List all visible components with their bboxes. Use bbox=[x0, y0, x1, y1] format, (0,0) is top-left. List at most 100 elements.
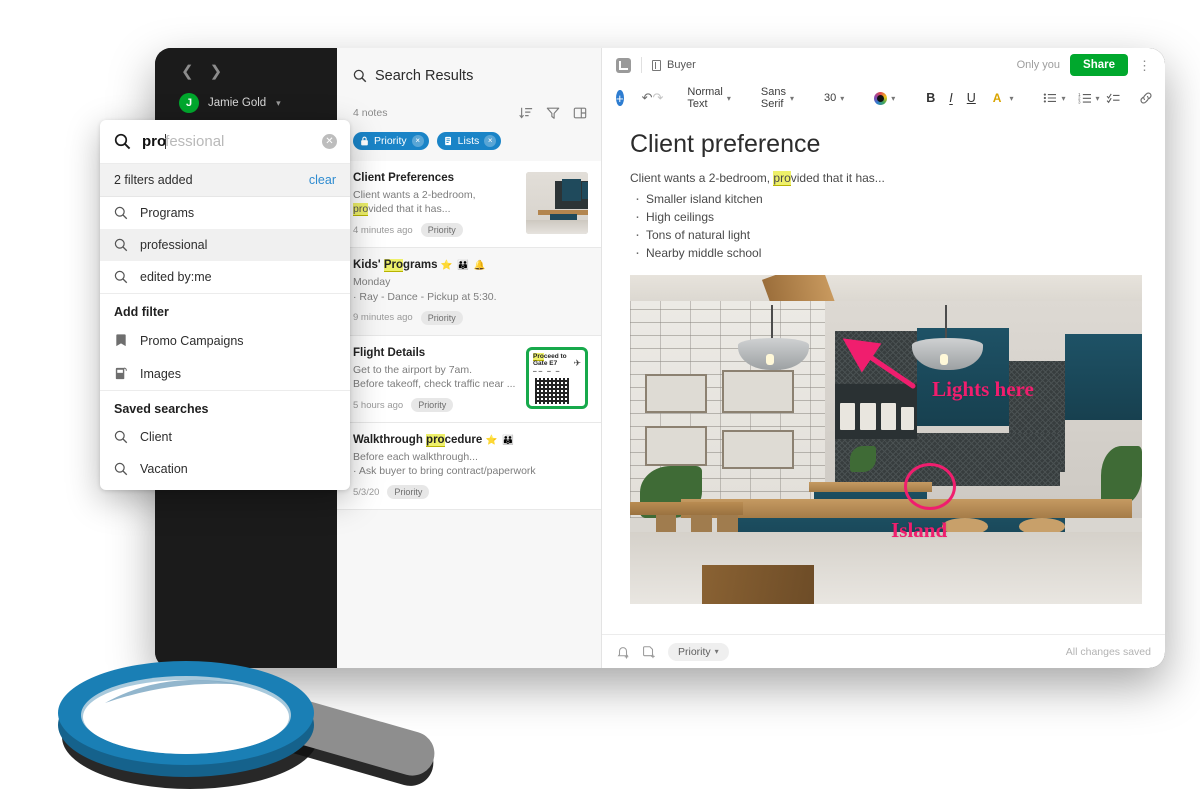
intro-post: vided that it has... bbox=[790, 171, 885, 185]
note-count: 4 notes bbox=[353, 107, 388, 119]
numbered-list-button[interactable]: 1 2 3 ▾ bbox=[1072, 92, 1106, 104]
font-size-select[interactable]: 30 ▾ bbox=[818, 92, 850, 104]
search-icon bbox=[114, 462, 128, 476]
expand-icon[interactable] bbox=[616, 57, 631, 73]
text-color-picker[interactable]: ▾ bbox=[868, 91, 901, 105]
chevron-down-icon: ▾ bbox=[789, 93, 794, 103]
highlight-picker[interactable]: A ▾ bbox=[983, 91, 1020, 105]
chevron-down-icon: ▾ bbox=[276, 97, 281, 108]
chevron-down-icon: ▾ bbox=[1095, 93, 1100, 103]
search-icon bbox=[114, 270, 128, 284]
note-date: 4 minutes ago bbox=[353, 224, 413, 236]
checklist-icon[interactable] bbox=[1106, 92, 1121, 104]
note-tag-selector[interactable]: Priority ▾ bbox=[668, 642, 729, 661]
underline-button[interactable]: U bbox=[960, 91, 983, 105]
search-suggestion-edited-by-me[interactable]: edited by:me bbox=[100, 261, 350, 293]
document-body[interactable]: Client preference Client wants a 2-bedro… bbox=[602, 114, 1165, 634]
paragraph-style-select[interactable]: Normal Text ▾ bbox=[681, 86, 736, 110]
note-meta: 4 minutes ago Priority bbox=[353, 223, 518, 238]
note-date: 9 minutes ago bbox=[353, 312, 413, 324]
bulleted-list-icon bbox=[1043, 92, 1057, 104]
boarding-pass-detail: ▬▬ ▬ ▬ bbox=[533, 369, 562, 374]
add-reminder-icon[interactable] bbox=[616, 645, 630, 659]
note-snippet-post: vided that it has... bbox=[368, 203, 451, 216]
divider bbox=[641, 57, 642, 73]
chevron-down-icon: ▾ bbox=[726, 93, 731, 103]
insert-button[interactable]: + bbox=[616, 90, 624, 106]
search-suggestion-professional[interactable]: professional bbox=[100, 229, 350, 261]
note-editor: Buyer Only you Share ⋮ + ↶ ↷ Normal Text… bbox=[602, 48, 1165, 668]
chevron-down-icon: ▾ bbox=[891, 93, 896, 103]
add-tag-icon[interactable] bbox=[642, 645, 656, 659]
filter-chip-label: Lists bbox=[457, 135, 480, 147]
note-title: Client Preferences bbox=[353, 172, 454, 184]
bulleted-list-button[interactable]: ▾ bbox=[1037, 92, 1071, 104]
view-layout-icon[interactable] bbox=[573, 106, 587, 120]
intro-highlight: pro bbox=[773, 171, 791, 186]
undo-icon[interactable]: ↶ bbox=[642, 90, 653, 106]
kitchen-photo[interactable]: Lights here Island bbox=[630, 275, 1142, 604]
note-emoji: ⭐ 👪 bbox=[485, 435, 515, 447]
redo-icon[interactable]: ↷ bbox=[653, 90, 664, 106]
note-content: Kids' Programs ⭐ 👪 🔔 Monday · Ray - Danc… bbox=[353, 259, 588, 325]
editor-footer: Priority ▾ All changes saved bbox=[602, 634, 1165, 668]
sort-icon[interactable] bbox=[519, 106, 533, 120]
font-family-select[interactable]: Sans Serif ▾ bbox=[755, 86, 800, 110]
note-title-highlight: pro bbox=[426, 434, 445, 448]
note-list-item[interactable]: Client Preferences Client wants a 2-bedr… bbox=[337, 161, 601, 249]
filter-icon[interactable] bbox=[546, 106, 560, 120]
list-item: Tons of natural light bbox=[630, 224, 1137, 247]
numbered-list-icon: 1 2 3 bbox=[1078, 92, 1092, 104]
bold-button[interactable]: B bbox=[919, 91, 942, 105]
results-tools bbox=[519, 106, 587, 120]
filter-option-promo-campaigns[interactable]: Promo Campaigns bbox=[100, 324, 350, 357]
forward-icon[interactable]: ❯ bbox=[210, 64, 223, 79]
suggestion-label: professional bbox=[140, 238, 208, 252]
remove-chip-icon[interactable]: × bbox=[484, 135, 497, 147]
filter-option-images[interactable]: Images bbox=[100, 357, 350, 390]
remove-chip-icon[interactable]: × bbox=[411, 135, 424, 147]
back-icon[interactable]: ❮ bbox=[181, 64, 194, 79]
note-title-pre: Walkthrough bbox=[353, 434, 427, 447]
add-filter-heading: Add filter bbox=[114, 305, 169, 319]
search-dropdown: professional ✕ 2 filters added clear Pro… bbox=[100, 120, 350, 490]
search-icon bbox=[353, 69, 367, 83]
note-thumbnail-kitchen bbox=[526, 172, 588, 234]
note-list-item[interactable]: Kids' Programs ⭐ 👪 🔔 Monday · Ray - Danc… bbox=[337, 248, 601, 336]
clear-filters-link[interactable]: clear bbox=[309, 173, 336, 187]
search-input-row[interactable]: professional ✕ bbox=[100, 120, 350, 164]
filter-chip-priority[interactable]: Priority × bbox=[353, 132, 429, 150]
saved-search-label: Vacation bbox=[140, 462, 188, 476]
note-list: Client Preferences Client wants a 2-bedr… bbox=[337, 161, 601, 668]
avatar: J bbox=[179, 93, 199, 113]
filter-chip-lists[interactable]: Lists × bbox=[436, 132, 502, 150]
search-input[interactable]: professional bbox=[142, 133, 311, 150]
paragraph-style-value: Normal Text bbox=[687, 86, 723, 110]
saved-search-vacation[interactable]: Vacation bbox=[100, 453, 350, 490]
list-item: Smaller island kitchen bbox=[630, 188, 1137, 211]
search-suggestion-programs[interactable]: Programs bbox=[100, 197, 350, 229]
note-content: Client Preferences Client wants a 2-bedr… bbox=[353, 172, 518, 238]
search-query-typed: pro bbox=[142, 133, 167, 150]
note-snippet-pre: Monday bbox=[353, 276, 391, 289]
note-title-rest: cedure bbox=[444, 434, 483, 447]
note-list-item[interactable]: Walkthrough procedure ⭐ 👪 Before each wa… bbox=[337, 423, 601, 511]
formatting-toolbar: + ↶ ↷ Normal Text ▾ Sans Serif ▾ 30 ▾ ▾ … bbox=[602, 82, 1165, 114]
note-tag: Priority bbox=[420, 310, 463, 325]
clear-icon[interactable]: ✕ bbox=[322, 134, 337, 149]
share-button[interactable]: Share bbox=[1070, 54, 1128, 76]
notebook-breadcrumb[interactable]: Buyer bbox=[652, 59, 696, 71]
note-list-item[interactable]: Flight Details Get to the airport by 7am… bbox=[337, 335, 601, 424]
results-header: Search Results bbox=[337, 48, 601, 84]
note-title-rest: grams bbox=[403, 259, 438, 272]
sidebar-account[interactable]: J Jamie Gold ▾ bbox=[155, 79, 337, 113]
filter-option-label: Promo Campaigns bbox=[140, 333, 244, 348]
highlighter-icon: A bbox=[992, 91, 1002, 105]
saved-search-client[interactable]: Client bbox=[100, 421, 350, 453]
note-title-pre: Kids' bbox=[353, 259, 384, 272]
saved-search-label: Client bbox=[140, 430, 172, 444]
more-vertical-icon[interactable]: ⋮ bbox=[1138, 59, 1151, 72]
italic-button[interactable]: I bbox=[942, 91, 959, 105]
link-icon[interactable] bbox=[1139, 91, 1153, 105]
note-date: 5/3/20 bbox=[353, 486, 380, 498]
